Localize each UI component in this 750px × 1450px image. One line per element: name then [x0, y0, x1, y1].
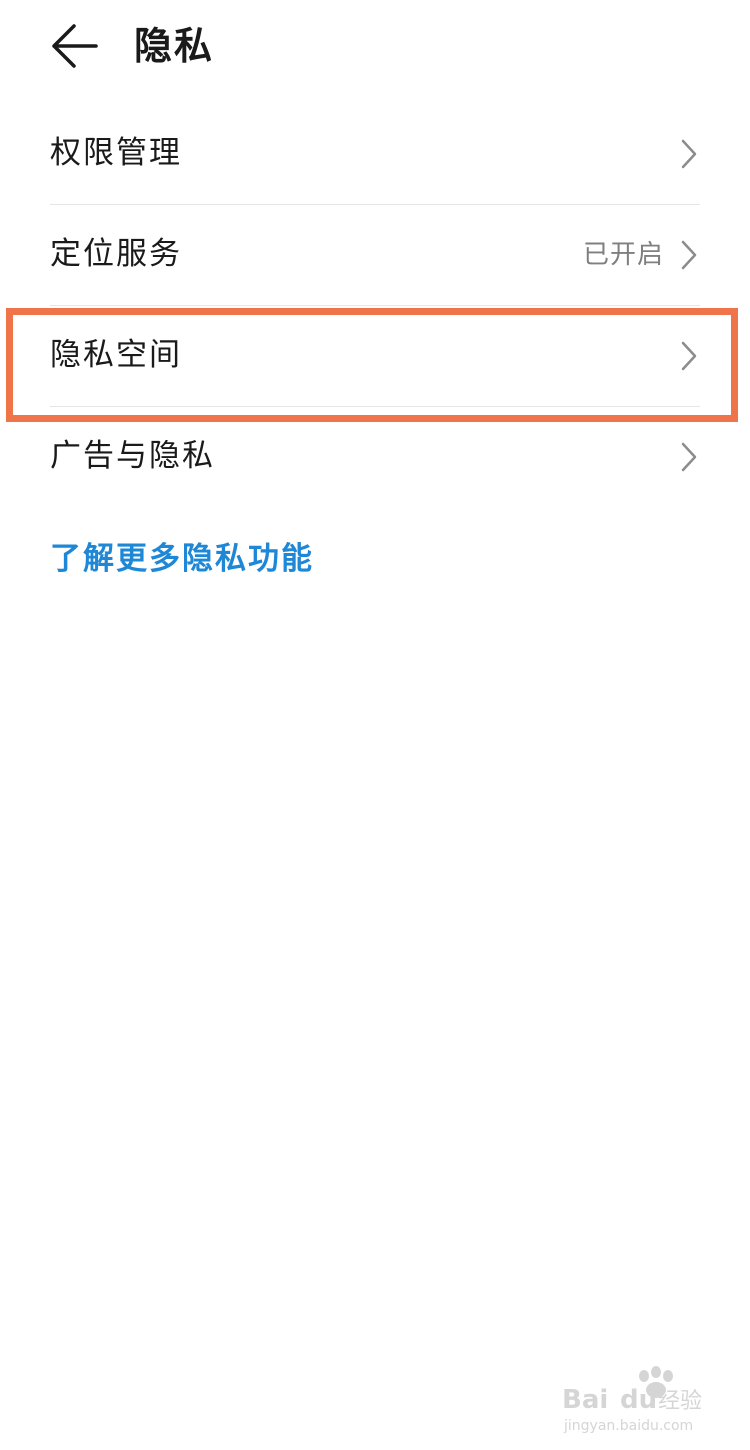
privacy-settings-page: 隐私 权限管理 定位服务 已开启 隐私空间 广告与隐私 了解更多隐私功能 Bai…: [0, 0, 750, 1450]
back-button[interactable]: [44, 20, 104, 72]
arrow-left-icon: [52, 24, 98, 68]
list-item-label: 定位服务: [50, 236, 182, 272]
status-value: 已开启: [582, 240, 664, 270]
header: 隐私: [0, 0, 750, 96]
chevron-right-icon: [680, 441, 698, 473]
chevron-right-icon: [680, 138, 698, 170]
chevron-right-icon: [680, 340, 698, 372]
svg-text:经验: 经验: [658, 1389, 702, 1414]
list-item-label: 隐私空间: [50, 337, 182, 373]
list-item-permission-management[interactable]: 权限管理: [50, 104, 700, 205]
list-item-label: 广告与隐私: [50, 438, 215, 474]
chevron-right-icon: [680, 239, 698, 271]
settings-list: 权限管理 定位服务 已开启 隐私空间 广告与隐私: [50, 104, 700, 507]
list-item-location-services[interactable]: 定位服务 已开启: [50, 205, 700, 306]
svg-text:Bai: Bai: [562, 1385, 608, 1415]
list-item-private-space[interactable]: 隐私空间: [50, 306, 700, 407]
svg-text:du: du: [620, 1385, 657, 1415]
list-item-label: 权限管理: [50, 135, 182, 171]
svg-text:jingyan.baidu.com: jingyan.baidu.com: [563, 1418, 693, 1434]
list-item-ads-and-privacy[interactable]: 广告与隐私: [50, 407, 700, 507]
baidu-jingyan-watermark: Bai du 经验 jingyan.baidu.com: [560, 1364, 710, 1436]
learn-more-privacy-link[interactable]: 了解更多隐私功能: [50, 536, 314, 582]
page-title: 隐私: [134, 24, 215, 68]
